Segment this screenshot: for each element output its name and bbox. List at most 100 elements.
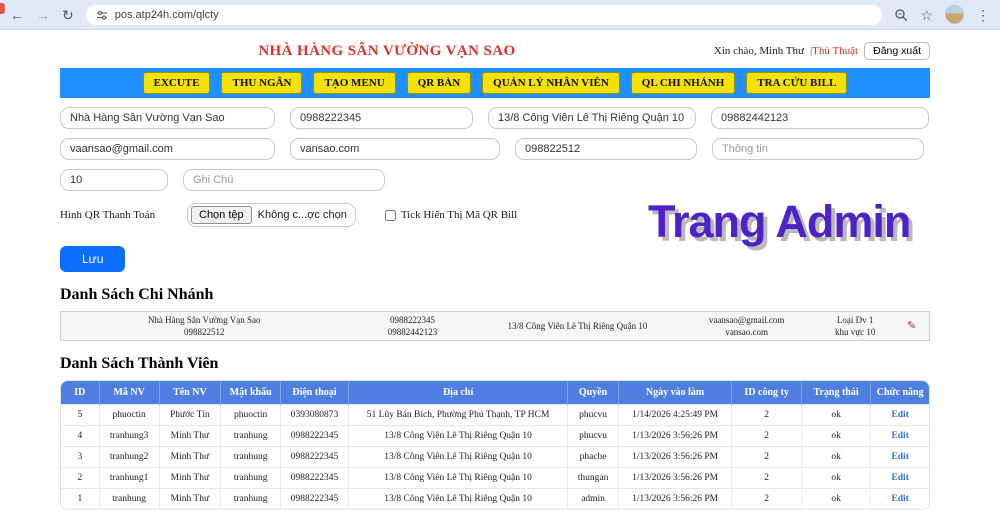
member-cell: 2 [731,446,802,468]
url-text: pos.atp24h.com/qlcty [114,8,219,21]
member-cell: 1/13/2026 3:56:26 PM [618,425,733,447]
phone2-input[interactable] [711,107,929,129]
member-cell: ok [801,446,872,468]
member-cell-actions: Edit [870,425,929,447]
address-input[interactable] [488,107,696,129]
member-cell: Minh Thư [159,488,222,509]
nav-button-1[interactable]: EXCUTE [142,72,211,94]
member-cell: 1/13/2026 3:56:26 PM [618,488,733,509]
qr-bill-checkbox[interactable] [384,209,396,221]
url-bar[interactable]: pos.atp24h.com/qlcty [85,4,883,25]
nav-button-5[interactable]: QUẢN LÝ NHÂN VIÊN [482,72,620,94]
member-cell: 1 [61,488,100,509]
column-header-3: Tên NV [159,381,222,405]
nav-button-3[interactable]: TẠO MENU [313,72,396,94]
member-cell: 2 [731,425,802,447]
member-cell: Minh Thư [159,467,222,489]
member-cell: tranhung1 [99,467,160,489]
member-cell: Phước Tín [159,404,222,426]
bookmark-star-icon[interactable]: ☆ [920,8,933,22]
member-cell: Minh Thư [159,446,222,468]
edit-link[interactable]: Edit [891,452,908,462]
branch-cell-actions: ✎ [894,319,929,334]
member-cell: tranhung [99,488,160,509]
back-icon[interactable]: ← [10,8,24,22]
phone-input[interactable] [290,107,473,129]
nav-button-4[interactable]: QR BÀN [406,72,472,94]
member-row: 3 tranhung2 Minh Thư tranhung 0988222345 13/8… [61,446,929,468]
greeting-text: Xin chào, Minh Thư [713,45,804,57]
member-cell-actions: Edit [870,404,929,426]
branch-website: vansao.com [725,327,769,337]
region-input[interactable] [60,169,168,191]
member-cell: 2 [731,488,802,509]
edit-link[interactable]: Edit [891,473,908,483]
member-cell: phuoctin [99,404,160,426]
edit-link[interactable]: Edit [891,410,908,420]
member-cell: 2 [731,467,802,489]
member-row: 4 tranhung3 Minh Thư tranhung 0988222345 13/8… [61,425,929,447]
site-settings-icon [96,10,107,20]
column-header-11: Chức năng [870,381,929,405]
zoom-icon[interactable] [894,8,908,22]
nav-button-7[interactable]: TRA CỨU BILL [746,72,848,94]
member-cell: 0988222345 [280,425,349,447]
edit-link[interactable]: Edit [891,431,908,441]
member-table: ID Mã NV Tên NV Mật khẩu Điện thoại Địa chỉ Qu… [61,381,929,509]
member-row: 5 phuoctin Phước Tín phuoctin 0393080873 51 L… [61,404,929,426]
member-cell: phucvu [567,404,619,426]
file-upload-status: Không c...ợc chọn [257,209,347,221]
email-input[interactable] [60,138,275,160]
restaurant-name-input[interactable] [60,107,275,129]
member-cell: admin [567,488,619,509]
member-cell: 0988222345 [280,446,349,468]
branch-cell-phones: 0988222345 09882442123 [347,314,477,338]
member-cell: phache [567,446,619,468]
nav-button-6[interactable]: QL CHI NHÁNH [630,72,736,94]
branch-service-type: Loại Dv 1 [836,314,874,325]
choose-file-button[interactable]: Chọn tệp [191,206,252,224]
member-cell: 1/13/2026 3:56:26 PM [618,446,733,468]
member-cell: phuoctin [220,404,282,426]
member-cell: ok [801,467,872,489]
member-table-header-row: ID Mã NV Tên NV Mật khẩu Điện thoại Địa chỉ Qu… [61,381,929,405]
member-cell: 13/8 Công Viên Lê Thị Riêng Quận 10 [348,446,569,468]
member-cell: tranhung [220,446,282,468]
column-header-5: Điện thoại [280,381,349,405]
forward-icon[interactable]: → [36,8,50,22]
note-input[interactable] [183,169,385,191]
column-header-6: Địa chỉ [348,381,569,405]
menu-kebab-icon[interactable]: ⋮ [976,8,990,22]
info-input[interactable] [712,138,924,160]
nav-button-2[interactable]: THU NGÂN [221,72,303,94]
column-header-9: ID công ty [731,381,802,405]
file-upload-control[interactable]: Chọn tệp Không c...ợc chọn [187,203,356,227]
member-cell: 0988222345 [280,467,349,489]
member-list-heading: Danh Sách Thành Viên [60,355,219,372]
branch-email: vaansao@gmail.com [708,314,785,325]
member-cell: thungan [567,467,619,489]
member-cell: 1/13/2026 3:56:26 PM [618,467,733,489]
member-cell: 0988222345 [280,488,349,509]
hotline-input[interactable] [515,138,697,160]
logout-button[interactable]: Đăng xuất [864,42,930,60]
branch-edit-icon[interactable]: ✎ [907,320,916,332]
branch-name: Nhà Hàng Sân Vường Vạn Sao [147,314,261,325]
page-title: NHÀ HÀNG SÂN VƯỜNG VẠN SAO [258,43,516,59]
member-cell: tranhung [220,488,282,509]
edit-link[interactable]: Edit [891,494,908,504]
member-cell: ok [801,425,872,447]
qr-bill-checkbox-label: Tick Hiển Thị Mã QR Bill [400,209,518,221]
profile-avatar[interactable] [945,5,964,24]
company-form: Hình QR Thanh Toán Chọn tệp Không c...ợc… [60,107,930,272]
member-cell: Minh Thư [159,425,222,447]
branch-cell-address: 13/8 Công Viên Lê Thị Riêng Quận 10 [478,320,678,332]
member-cell: 13/8 Công Viên Lê Thị Riêng Quận 10 [348,488,569,509]
member-row: 1 tranhung Minh Thư tranhung 0988222345 13/8 … [61,488,929,509]
column-header-7: Quyền [567,381,619,405]
reload-icon[interactable]: ↻ [62,8,74,22]
website-input[interactable] [290,138,500,160]
save-button[interactable]: Lưu [60,246,126,272]
member-table-wrap: ID Mã NV Tên NV Mật khẩu Điện thoại Địa chỉ Qu… [60,380,930,510]
greeting: Xin chào, Minh Thư |Thủ Thuật Đăng xuất [714,42,930,60]
